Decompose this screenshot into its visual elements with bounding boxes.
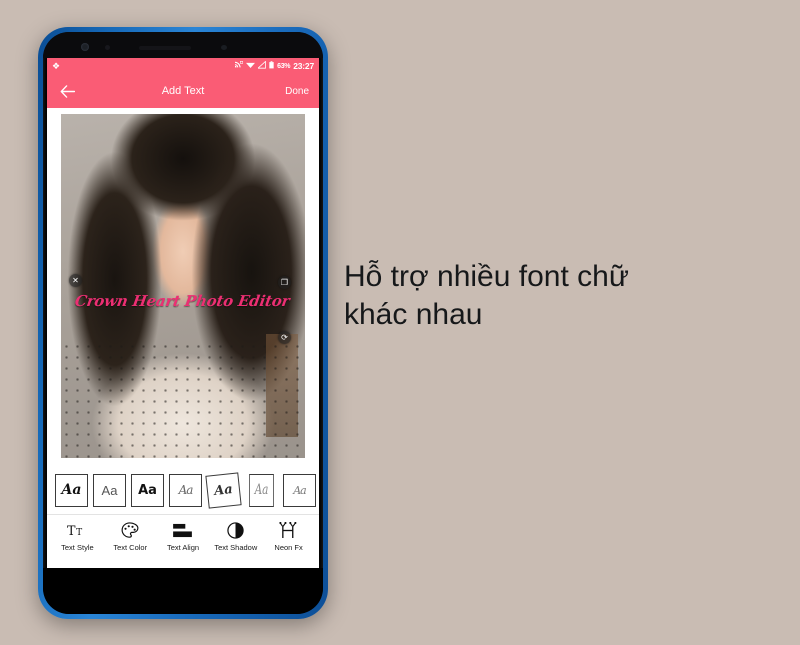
earpiece-speaker — [139, 46, 191, 50]
tool-label: Text Color — [113, 543, 148, 552]
tool-label: Text Style — [61, 543, 94, 552]
close-icon[interactable]: ✕ — [69, 274, 82, 287]
phone-screen: ❖ 63% 23:27 Add Text Done Crown Heart Ph… — [47, 58, 319, 568]
text-align-icon — [173, 520, 193, 540]
font-tile-script-4[interactable]: Aa — [283, 473, 316, 507]
polka-dot-blouse — [61, 341, 305, 458]
wifi-icon — [246, 61, 256, 71]
tool-text-shadow[interactable]: Text Shadow — [209, 520, 262, 552]
font-tile-serif-italic[interactable]: Aa — [55, 473, 88, 507]
front-camera-icon — [81, 43, 89, 51]
back-button[interactable] — [57, 81, 77, 101]
cast-screen-icon — [235, 61, 244, 71]
overlay-text[interactable]: Crown Heart Photo Editor — [74, 292, 291, 310]
tool-label: Text Align — [166, 543, 200, 552]
phone-device: ❖ 63% 23:27 Add Text Done Crown Heart Ph… — [38, 27, 328, 619]
text-shadow-icon — [227, 520, 244, 540]
phone-top-sensor-strip — [43, 32, 323, 58]
caption-line-2: khác nhau — [344, 298, 483, 332]
rotate-resize-icon[interactable]: ⟳ — [278, 331, 291, 344]
svg-text:T: T — [67, 523, 76, 538]
text-color-palette-icon — [121, 520, 139, 540]
font-tile-script-3[interactable]: Aa — [249, 473, 274, 507]
tool-neon-fx[interactable]: Neon Fx — [262, 520, 315, 552]
battery-icon — [269, 61, 274, 71]
font-tile-script-1[interactable]: Aa — [169, 473, 202, 507]
page-title: Add Text — [161, 85, 205, 97]
phone-bottom-chin — [43, 568, 323, 614]
text-style-icon: T T — [67, 520, 87, 540]
photo-frame: Crown Heart Photo Editor ✕ ❐ ⟳ — [61, 114, 305, 458]
marketing-caption: Hỗ trợ nhiều font chữ khác nhau — [344, 258, 744, 335]
font-tile-script-2[interactable]: Aa — [205, 471, 242, 509]
back-arrow-icon — [60, 84, 75, 98]
phone-frame: ❖ 63% 23:27 Add Text Done Crown Heart Ph… — [43, 32, 323, 614]
neon-fx-sparkle-icon — [279, 520, 298, 540]
tool-text-style[interactable]: T T Text Style — [51, 520, 104, 552]
proximity-sensor-icon — [105, 45, 110, 50]
battery-percent-label: 63% — [277, 62, 291, 70]
tool-label: Text Shadow — [214, 543, 258, 552]
font-tile-sans-light[interactable]: Aa — [93, 473, 126, 507]
font-tile-row[interactable]: Aa Aa Aa Aa Aa Aa Aa — [47, 466, 319, 514]
text-overlay[interactable]: Crown Heart Photo Editor ✕ ❐ ⟳ — [69, 274, 291, 344]
editor-canvas[interactable]: Crown Heart Photo Editor ✕ ❐ ⟳ — [47, 108, 319, 466]
signal-bars-icon — [257, 60, 266, 71]
edit-text-icon[interactable]: ❐ — [278, 276, 291, 289]
tool-label: Neon Fx — [274, 543, 303, 552]
svg-text:T: T — [76, 528, 82, 538]
app-bar: Add Text Done — [47, 74, 319, 108]
done-button[interactable]: Done — [285, 86, 309, 97]
tool-text-align[interactable]: Text Align — [157, 520, 210, 552]
tool-text-color[interactable]: Text Color — [104, 520, 157, 552]
status-bar: ❖ 63% 23:27 — [47, 58, 319, 74]
status-bar-left: ❖ — [52, 60, 61, 71]
tool-bar[interactable]: T T Text Style Text Color Text Align Tex… — [47, 514, 319, 568]
status-bar-right: 63% 23:27 — [235, 60, 314, 71]
font-tile-sans-bold[interactable]: Aa — [131, 473, 164, 507]
status-clock: 23:27 — [293, 61, 314, 71]
notification-led-icon — [221, 45, 227, 50]
app-badge-icon: ❖ — [52, 60, 61, 71]
caption-line-1: Hỗ trợ nhiều font chữ — [344, 260, 629, 293]
